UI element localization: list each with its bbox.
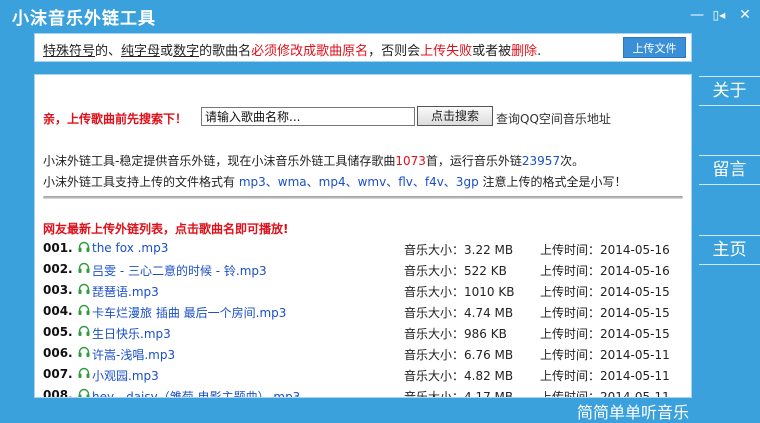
headphone-icon [78,241,90,252]
divider [43,196,683,199]
notice-part: 或 [160,44,174,59]
notice-upload-fail: 上传失败 [420,44,473,59]
notice-digits: 数字 [173,44,200,59]
notice-rename-warning: 必须修改成歌曲原名 [251,44,369,59]
message-button[interactable]: 留言 [699,155,760,185]
song-name-link[interactable]: the fox .mp3 [92,241,168,255]
home-button[interactable]: 主页 [699,235,760,265]
song-count: 1073 [395,154,426,168]
song-row: 005. 生日快乐.mp3 音乐大小：986 KB 上传时间：2014-05-15 [35,321,691,342]
song-size: 音乐大小：6.76 MB [404,348,514,362]
supported-formats: mp3、wma、mp4、wmv、flv、f4v、3gp [238,175,479,189]
song-row: 001. the fox .mp3 音乐大小：3.22 MB 上传时间：2014-05… [35,237,691,258]
song-name-link[interactable]: 卡车烂漫旅 插曲 最后一个房间.mp3 [92,304,286,321]
formats-note: 注意上传的格式全是小写！ [482,175,627,189]
song-size: 音乐大小：4.82 MB [404,369,514,383]
song-upload-time: 上传时间：2014-05-15 [540,327,670,341]
close-button[interactable]: ✕ [736,6,754,24]
song-name-link[interactable]: 小观园.mp3 [92,367,159,384]
notice-text: 特殊符号的、纯字母或数字的歌曲名必须修改成歌曲原名，否则会上传失败或者被删除. [43,40,541,59]
song-number: 002. [43,262,73,276]
song-name-link[interactable]: hey，daisy（雏菊 电影主题曲）.mp3 [92,388,300,397]
main-content: 亲，上传歌曲前先搜索下！ 点击搜索 查询QQ空间音乐地址 小沫外链工具-稳定提供… [34,74,692,398]
song-size: 音乐大小：4.74 MB [404,306,514,320]
stats-text: 小沫外链工具-稳定提供音乐外链，现在小沫音乐外链工具储存歌曲 [43,154,396,168]
search-tip: 亲，上传歌曲前先搜索下！ [43,112,188,126]
song-list: 001. the fox .mp3 音乐大小：3.22 MB 上传时间：2014-05… [35,237,691,398]
song-name-link[interactable]: 吕雯 - 三心二意的时候 - 铃.mp3 [92,262,267,279]
notice-delete: 删除 [511,44,538,59]
song-number: 001. [43,241,73,255]
dock-button[interactable]: ▯◂ [710,6,728,24]
run-count: 23957 [521,154,561,168]
song-number: 005. [43,325,73,339]
song-number: 006. [43,346,73,360]
song-upload-time: 上传时间：2014-05-15 [540,285,670,299]
song-number: 004. [43,304,73,318]
slogan: 简简单单听音乐 [577,403,690,422]
notice-part: 的歌曲名 [199,44,252,59]
headphone-icon [78,283,90,294]
headphone-icon [78,325,90,336]
song-row: 008. hey，daisy（雏菊 电影主题曲）.mp3 音乐大小：4.17 MB 上… [35,384,691,398]
notice-part: ，否则会 [368,44,421,59]
stats-line: 小沫外链工具-稳定提供音乐外链，现在小沫音乐外链工具储存歌曲1073首，运行音乐… [43,152,683,169]
headphone-icon [78,367,90,378]
headphone-icon [78,388,90,397]
song-row: 004. 卡车烂漫旅 插曲 最后一个房间.mp3 音乐大小：4.74 MB 上传时间：… [35,300,691,321]
song-number: 007. [43,367,73,381]
song-upload-time: 上传时间：2014-05-11 [540,390,670,398]
notice-part: 或者被 [472,44,512,59]
headphone-icon [78,262,90,273]
song-name-link[interactable]: 琵琶语.mp3 [92,283,159,300]
notice-part: 的、 [95,44,122,59]
title-bar: 小沫音乐外链工具 — ▯◂ ✕ [0,0,760,30]
song-size: 音乐大小：1010 KB [404,285,515,299]
song-upload-time: 上传时间：2014-05-15 [540,306,670,320]
upload-file-button[interactable]: 上传文件 [623,37,686,58]
stats-text: 首，运行音乐外链 [425,154,522,168]
song-size: 音乐大小：4.17 MB [404,390,514,398]
headphone-icon [78,304,90,315]
song-number: 003. [43,283,73,297]
song-name-link[interactable]: 许嵩-浅唱.mp3 [92,346,175,363]
notice-bar: 特殊符号的、纯字母或数字的歌曲名必须修改成歌曲原名，否则会上传失败或者被删除. … [34,33,692,62]
app-title: 小沫音乐外链工具 [12,9,156,29]
song-row: 003. 琵琶语.mp3 音乐大小：1010 KB 上传时间：2014-05-15 [35,279,691,300]
notice-letters: 纯字母 [121,44,161,59]
formats-text: 小沫外链工具支持上传的文件格式有 [43,175,236,189]
search-button[interactable]: 点击搜索 [417,106,493,126]
song-number: 008. [43,388,73,398]
qq-music-lookup-link[interactable]: 查询QQ空间音乐地址 [496,110,611,127]
song-name-link[interactable]: 生日快乐.mp3 [92,325,171,342]
song-upload-time: 上传时间：2014-05-11 [540,348,670,362]
upload-list-title: 网友最新上传外链列表，点击歌曲名即可播放! [43,222,289,236]
formats-line: 小沫外链工具支持上传的文件格式有 mp3、wma、mp4、wmv、flv、f4v… [43,173,683,190]
song-search-input[interactable] [201,107,415,126]
minimize-button[interactable]: — [688,6,706,24]
song-upload-time: 上传时间：2014-05-16 [540,243,670,257]
song-size: 音乐大小：3.22 MB [404,243,514,257]
song-size: 音乐大小：522 KB [404,264,507,278]
headphone-icon [78,346,90,357]
song-upload-time: 上传时间：2014-05-16 [540,264,670,278]
about-button[interactable]: 关于 [699,76,760,106]
notice-part: . [537,44,542,59]
notice-special-symbols: 特殊符号 [43,44,96,59]
song-upload-time: 上传时间：2014-05-11 [540,369,670,383]
song-size: 音乐大小：986 KB [404,327,507,341]
song-row: 007. 小观园.mp3 音乐大小：4.82 MB 上传时间：2014-05-11 [35,363,691,384]
song-row: 006. 许嵩-浅唱.mp3 音乐大小：6.76 MB 上传时间：2014-05-11 [35,342,691,363]
song-row: 002. 吕雯 - 三心二意的时候 - 铃.mp3 音乐大小：522 KB 上传时间：… [35,258,691,279]
stats-text: 次。 [560,154,585,168]
